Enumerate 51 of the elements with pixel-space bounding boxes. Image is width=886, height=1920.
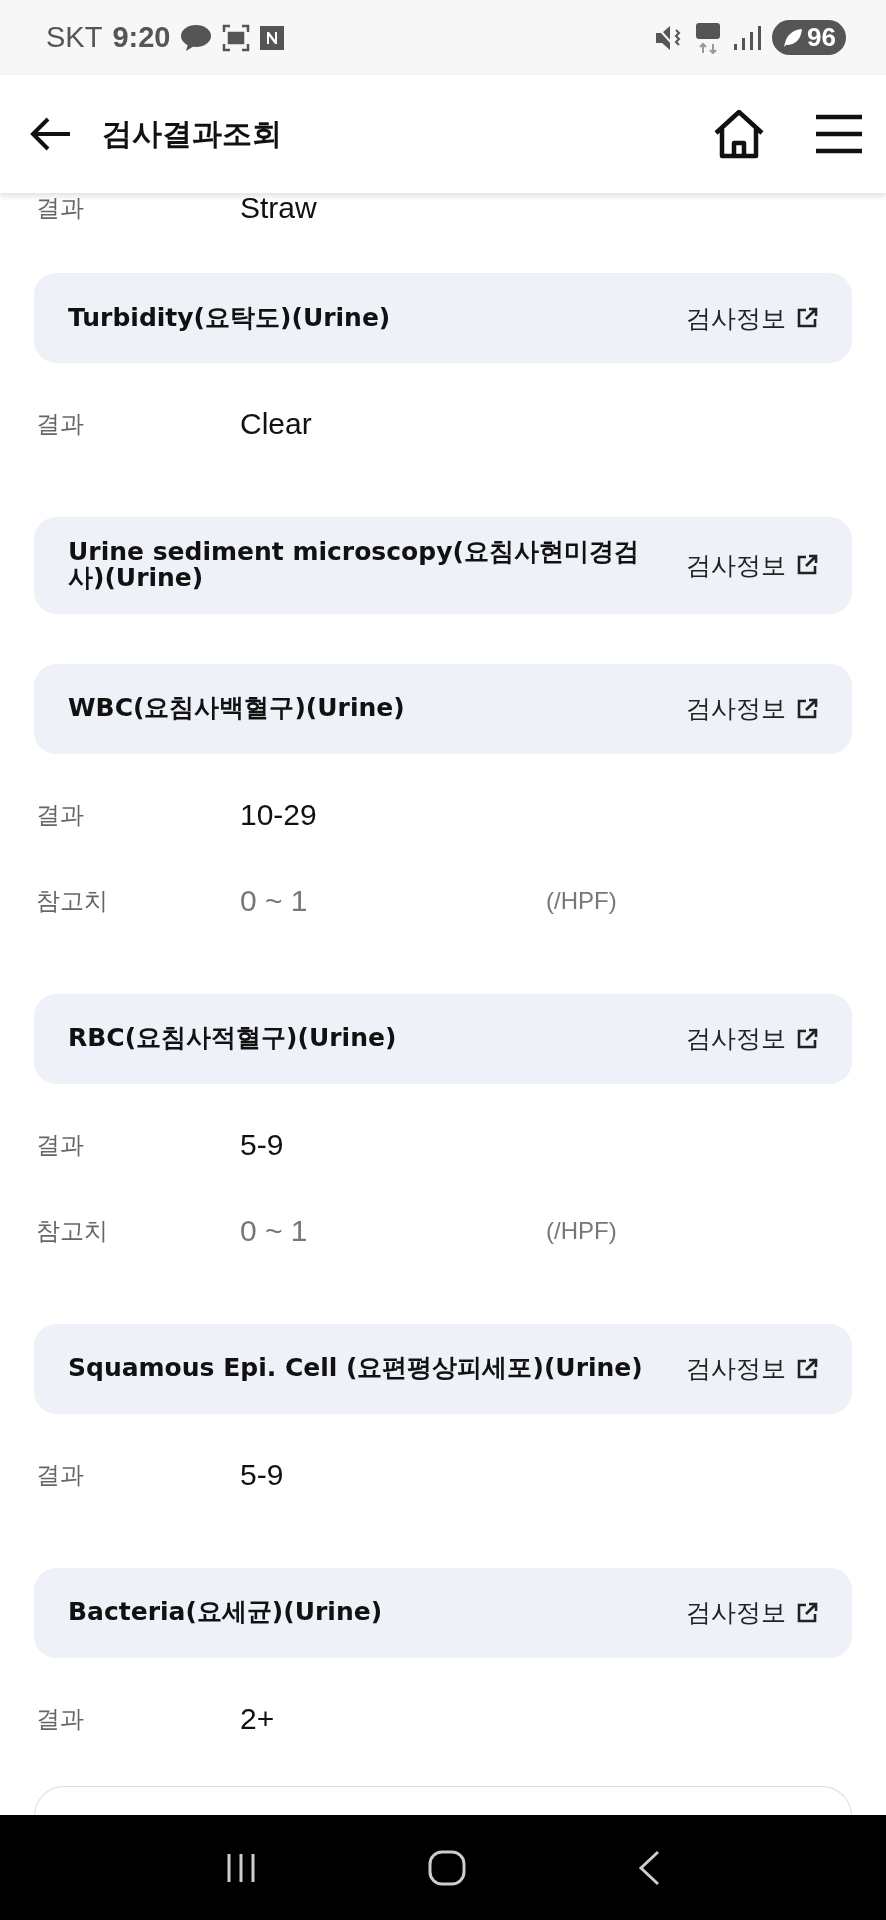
external-link-icon [796,1027,818,1050]
row-label: 결과 [36,1129,85,1161]
menu-button[interactable] [816,114,862,154]
chat-icon [180,23,213,52]
screenshot-icon [222,23,251,52]
row-label: 결과 [36,193,85,224]
test-info-link[interactable]: 검사정보 [686,301,818,335]
row-label: 결과 [36,1459,85,1491]
external-link-icon [796,1601,818,1624]
row-label: 참고치 [36,885,109,917]
signal-icon [732,23,763,52]
row-label: 참고치 [36,1215,109,1247]
result-value: 5-9 [240,1127,285,1162]
reference-value: 0 ~ 1 [240,883,309,918]
battery-indicator: 96 [772,20,846,55]
test-name: WBC(요침사백혈구)(Urine) [68,695,406,722]
row-label: 결과 [36,1703,85,1735]
result-value: 5-9 [240,1457,285,1492]
test-info-link[interactable]: 검사정보 [686,1022,818,1055]
page-title: 검사결과조회 [102,114,283,153]
home-nav-button[interactable] [428,1849,466,1886]
test-name: Squamous Epi. Cell (요편평상피세포)(Urine) [68,1355,644,1382]
unit-label: (/HPF) [546,886,617,915]
result-value: Clear [240,407,313,441]
result-value: Straw [240,193,318,225]
test-name: Urine sediment microscopy(요침사현미경검사)(Urine) [68,539,640,592]
network-icon [694,21,723,54]
app-notification-icon [260,25,285,50]
row-label: 결과 [36,799,85,831]
row-label: 결과 [36,409,85,440]
test-info-link[interactable]: 검사정보 [686,1596,818,1629]
test-name: Turbidity(요탁도)(Urine) [68,304,392,332]
external-link-icon [796,697,818,720]
home-button[interactable] [712,109,766,159]
back-button[interactable] [30,116,72,152]
test-info-link[interactable]: 검사정보 [686,548,818,582]
external-link-icon [796,554,818,577]
test-name: Bacteria(요세균)(Urine) [68,1599,384,1626]
result-value: 2+ [240,1701,276,1736]
carrier-name: SKT [46,21,103,54]
recent-apps-button[interactable] [226,1851,256,1884]
result-value: 10-29 [240,797,318,832]
external-link-icon [796,1357,818,1380]
back-nav-button[interactable] [638,1849,660,1886]
test-name: RBC(요침사적혈구)(Urine) [68,1025,398,1052]
unit-label: (/HPF) [546,1216,617,1245]
external-link-icon [796,307,818,329]
clock-time: 9:20 [112,21,171,54]
test-info-link[interactable]: 검사정보 [686,1352,818,1385]
test-info-link[interactable]: 검사정보 [686,692,818,725]
reference-value: 0 ~ 1 [240,1213,309,1248]
